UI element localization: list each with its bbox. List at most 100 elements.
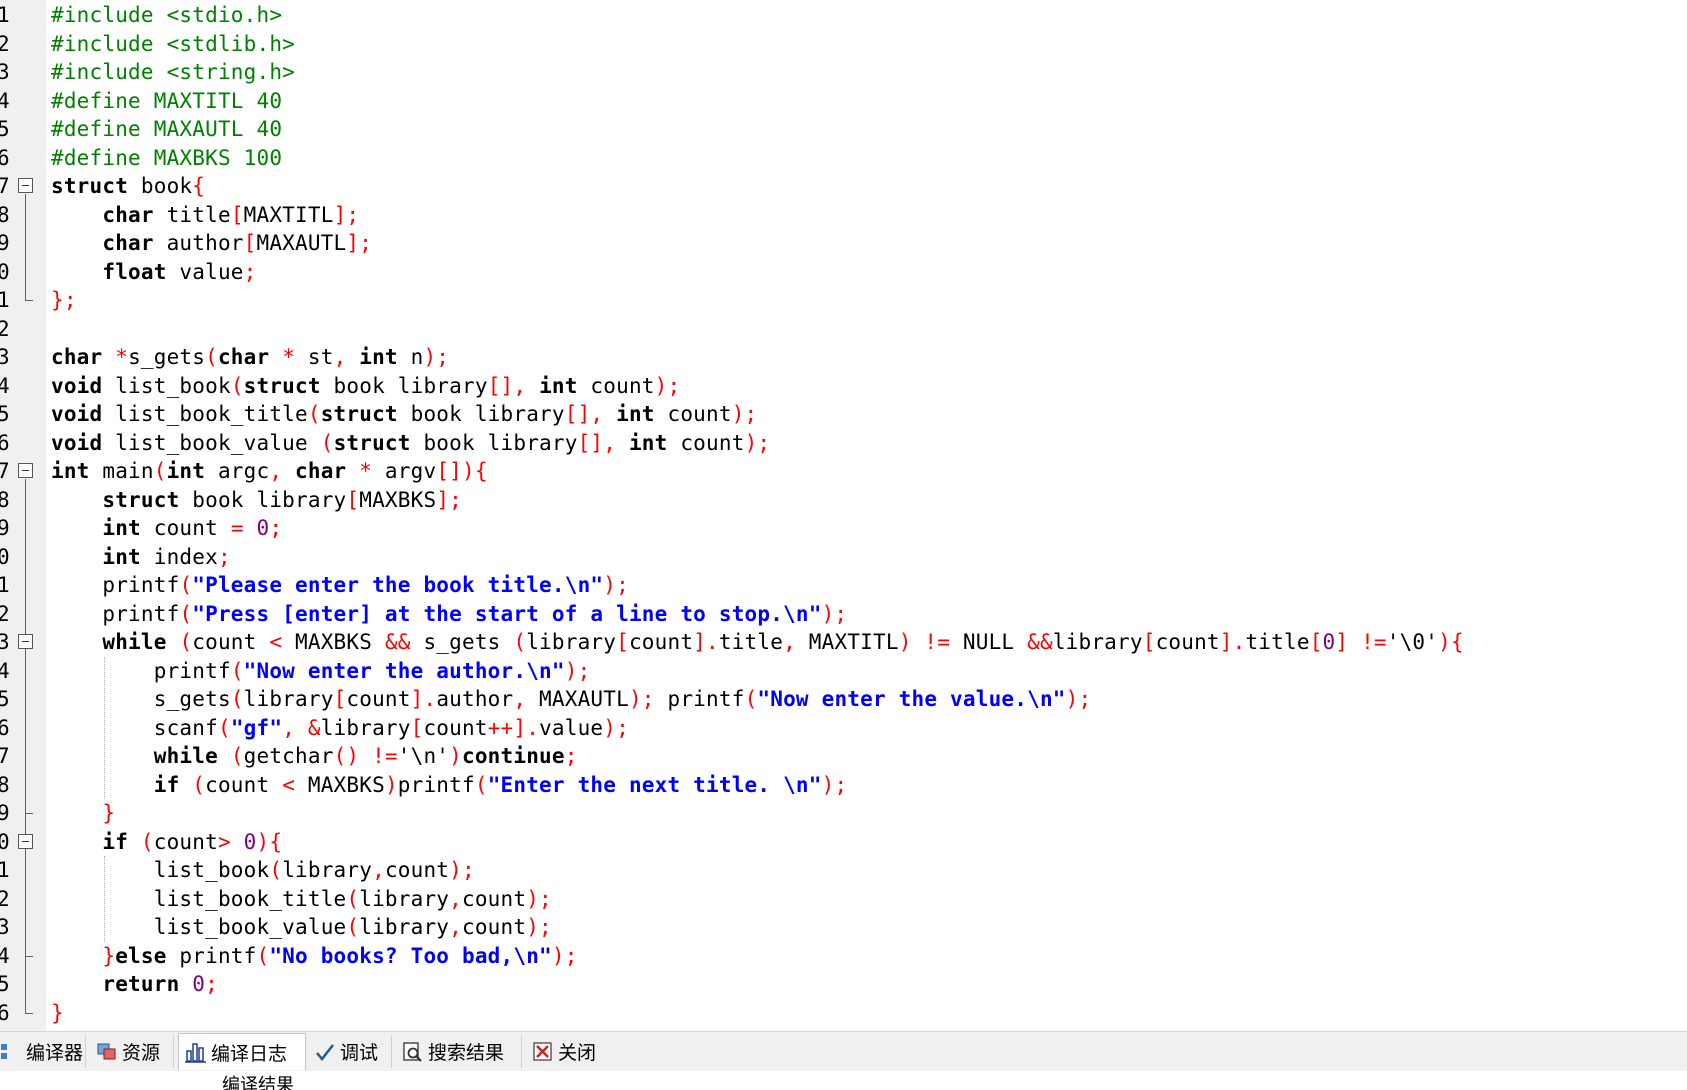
resources-icon bbox=[96, 1041, 118, 1063]
code-token: int bbox=[102, 544, 141, 569]
fold-toggle-icon[interactable] bbox=[18, 634, 33, 649]
code-token: count bbox=[205, 772, 283, 797]
code-token: int bbox=[616, 402, 655, 426]
code-token: ); bbox=[654, 373, 681, 398]
code-line: 7 int main(int argc, char * argv[]){ bbox=[0, 457, 1687, 486]
code-text: #include <string.h> bbox=[51, 58, 295, 87]
code-token: void bbox=[51, 402, 103, 426]
code-token: [], bbox=[577, 430, 617, 455]
code-token: MAXTITL bbox=[795, 630, 899, 654]
code-token: * bbox=[115, 345, 129, 369]
fold-toggle-icon[interactable] bbox=[18, 833, 33, 849]
code-token: ( bbox=[346, 886, 360, 911]
line-number: 8 bbox=[0, 202, 10, 227]
code-token: library bbox=[320, 715, 411, 740]
code-token: ++]. bbox=[487, 715, 540, 740]
code-token: int bbox=[102, 516, 141, 540]
code-token: && bbox=[384, 630, 411, 654]
code-text: list_book_value(library,count); bbox=[51, 913, 552, 942]
code-line: 0 if (count> 0){ bbox=[0, 828, 1687, 857]
code-line: 3 list_book_value(library,count); bbox=[0, 913, 1687, 942]
tab-debug[interactable]: 调试 bbox=[310, 1035, 392, 1068]
code-token: title bbox=[1245, 630, 1310, 654]
line-number: 4 bbox=[0, 943, 10, 968]
code-token: st bbox=[295, 345, 334, 369]
tab-compile-log[interactable]: 编译日志 bbox=[178, 1033, 306, 1070]
code-token: library bbox=[243, 687, 334, 711]
fold-end-marker bbox=[25, 955, 33, 957]
code-token: != bbox=[372, 744, 398, 768]
code-token: ( bbox=[230, 373, 244, 398]
code-text: s_gets(library[count].author, MAXAUTL); … bbox=[51, 685, 1091, 714]
code-editor[interactable]: 1 #include <stdio.h> 2 #include <stdlib.h> 3… bbox=[0, 0, 1687, 1031]
code-token: [], bbox=[487, 373, 527, 398]
code-text: list_book_title(library,count); bbox=[51, 885, 552, 914]
code-token: ( bbox=[320, 430, 334, 455]
fold-guide bbox=[25, 479, 26, 1013]
code-token: ); bbox=[821, 601, 848, 626]
tab-resources[interactable]: 资源 bbox=[92, 1035, 174, 1068]
code-token: '\0' bbox=[1386, 630, 1439, 654]
code-text: while (getchar() !='\n')continue; bbox=[51, 742, 578, 771]
code-token: getchar bbox=[243, 744, 334, 768]
tab-compile-log-label: 编译日志 bbox=[211, 1042, 288, 1065]
code-line: 6} bbox=[0, 999, 1687, 1028]
code-token: * bbox=[282, 345, 296, 369]
code-line: 7 while (getchar() !='\n')continue; bbox=[0, 742, 1687, 771]
tab-compiler[interactable]: 编译器 bbox=[0, 1035, 86, 1068]
code-token: ( bbox=[230, 658, 244, 683]
line-number: 5 bbox=[0, 117, 10, 141]
code-token: count bbox=[461, 886, 527, 911]
code-token: > bbox=[217, 829, 231, 854]
code-token: ); bbox=[603, 573, 629, 597]
code-token: s_gets bbox=[51, 687, 231, 711]
code-line: 4 printf("Now enter the author.\n"); bbox=[0, 657, 1687, 686]
code-token: printf bbox=[397, 772, 475, 797]
code-token: list_book_value bbox=[102, 430, 321, 455]
code-token: , bbox=[449, 886, 462, 911]
line-number: 7 bbox=[0, 174, 10, 198]
code-text: #include <stdio.h> bbox=[51, 1, 282, 30]
code-line: 4 #define MAXTITL 40 bbox=[0, 87, 1687, 116]
code-text: if (count> 0){ bbox=[51, 828, 282, 857]
code-text: printf("Press [enter] at the start of a … bbox=[51, 600, 847, 629]
code-text: }; bbox=[51, 286, 77, 315]
code-line: 7 struct book{ bbox=[0, 172, 1687, 201]
code-token: & bbox=[307, 715, 321, 740]
bottom-panel-tabbar: 编译器 资源 编译日志 调试 搜索结果 关闭 bbox=[0, 1031, 1687, 1071]
code-token: ( bbox=[179, 601, 193, 626]
line-number: 5 bbox=[0, 687, 10, 711]
line-number: 0 bbox=[0, 544, 10, 569]
line-number: 4 bbox=[0, 373, 10, 398]
tab-close[interactable]: 关闭 bbox=[528, 1035, 608, 1068]
code-text: int index; bbox=[51, 543, 231, 572]
tab-search-results[interactable]: 搜索结果 bbox=[398, 1035, 522, 1068]
code-token: book library bbox=[320, 373, 488, 398]
code-token: ]. bbox=[1219, 630, 1246, 654]
code-token: ; bbox=[243, 259, 257, 284]
code-token: , bbox=[333, 345, 347, 369]
code-token: s_gets bbox=[128, 345, 206, 369]
code-token: ( bbox=[230, 687, 244, 711]
fold-toggle-icon[interactable] bbox=[18, 178, 33, 193]
code-line: 9 } bbox=[0, 799, 1687, 828]
line-number: 2 bbox=[0, 886, 10, 911]
line-number: 9 bbox=[0, 516, 10, 540]
code-line: 4 void list_book(struct book library[], i… bbox=[0, 372, 1687, 401]
code-line: 3 #include <string.h> bbox=[0, 58, 1687, 87]
code-token: int bbox=[628, 430, 668, 455]
code-line: 6 scanf("gf", &library[count++].value); bbox=[0, 714, 1687, 743]
code-line: 2 #include <stdlib.h> bbox=[0, 30, 1687, 59]
fold-toggle-icon[interactable] bbox=[18, 463, 33, 478]
code-token: library bbox=[282, 858, 373, 882]
code-token: { bbox=[192, 174, 206, 198]
code-token: "Press [enter] at the start of a line to… bbox=[192, 601, 822, 626]
code-token: [ bbox=[1309, 630, 1323, 654]
code-token: struct bbox=[243, 373, 321, 398]
code-token: MAXBKS bbox=[359, 487, 437, 512]
